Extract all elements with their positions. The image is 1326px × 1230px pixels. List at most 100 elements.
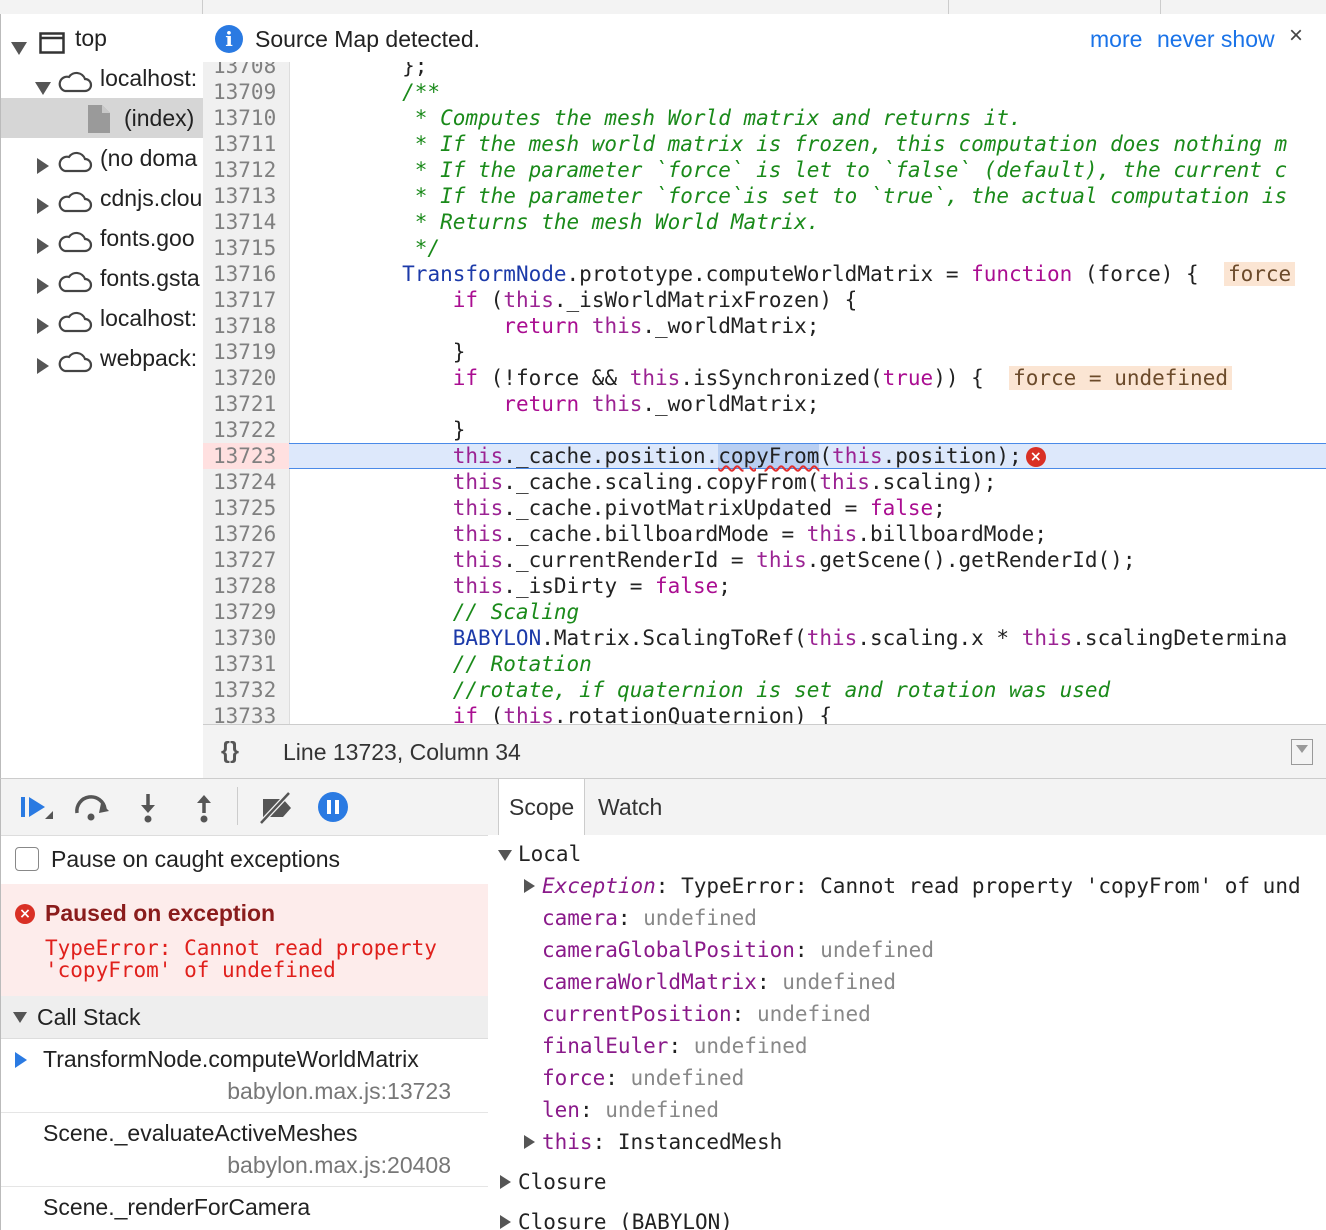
pause-on-exceptions-icon[interactable] xyxy=(317,791,351,823)
line-number[interactable]: 13719 xyxy=(213,339,285,365)
code-line[interactable]: 13712 * If the parameter `force` is let … xyxy=(203,157,1326,183)
resume-icon[interactable] xyxy=(17,791,57,823)
code-line[interactable]: 13728 this._isDirty = false; xyxy=(203,573,1326,599)
code-line[interactable]: 13710 * Computes the mesh World matrix a… xyxy=(203,105,1326,131)
line-number[interactable]: 13710 xyxy=(213,105,285,131)
tree-item-top[interactable]: top xyxy=(1,18,203,58)
line-number[interactable]: 13715 xyxy=(213,235,285,261)
line-number[interactable]: 13709 xyxy=(213,79,285,105)
code-line[interactable]: 13727 this._currentRenderId = this.getSc… xyxy=(203,547,1326,573)
line-number[interactable]: 13731 xyxy=(213,651,285,677)
line-number[interactable]: 13730 xyxy=(213,625,285,651)
close-icon[interactable]: × xyxy=(1289,22,1303,50)
line-number[interactable]: 13729 xyxy=(213,599,285,625)
call-frame[interactable]: Scene._renderForCamera xyxy=(0,1186,490,1230)
call-frame-function: Scene._evaluateActiveMeshes xyxy=(43,1120,358,1146)
step-over-icon[interactable] xyxy=(73,791,113,823)
scope-local-header[interactable]: Local xyxy=(488,838,1326,870)
code-line[interactable]: 13716 TransformNode.prototype.computeWor… xyxy=(203,261,1326,287)
code-line[interactable]: 13732 //rotate, if quaternion is set and… xyxy=(203,677,1326,703)
line-number[interactable]: 13708 xyxy=(213,62,285,79)
scope-variable-row[interactable]: force: undefined xyxy=(488,1062,1326,1094)
code-line[interactable]: 13720 if (!force && this.isSynchronized(… xyxy=(203,365,1326,391)
call-frame[interactable]: Scene._evaluateActiveMeshes babylon.max.… xyxy=(0,1112,490,1187)
code-line[interactable]: 13719 } xyxy=(203,339,1326,365)
scope-variable-row[interactable]: cameraGlobalPosition: undefined xyxy=(488,934,1326,966)
line-number[interactable]: 13721 xyxy=(213,391,285,417)
line-number[interactable]: 13725 xyxy=(213,495,285,521)
code-line[interactable]: 13725 this._cache.pivotMatrixUpdated = f… xyxy=(203,495,1326,521)
pretty-print-button[interactable]: {} xyxy=(221,737,239,764)
call-frame-location[interactable]: babylon.max.js:20408 xyxy=(227,1152,451,1179)
line-number[interactable]: 13711 xyxy=(213,131,285,157)
tab-watch[interactable]: Watch xyxy=(588,779,672,835)
line-number[interactable]: 13718 xyxy=(213,313,285,339)
code-line[interactable]: 13709 /** xyxy=(203,79,1326,105)
tree-item-fonts-gstatic[interactable]: fonts.gsta xyxy=(1,258,203,298)
scope-variable-row[interactable]: camera: undefined xyxy=(488,902,1326,934)
toggle-drawer-icon[interactable] xyxy=(1291,739,1313,765)
line-number[interactable]: 13723 xyxy=(203,443,289,469)
line-number[interactable]: 13724 xyxy=(213,469,285,495)
more-link[interactable]: more xyxy=(1090,26,1142,53)
step-into-icon[interactable] xyxy=(133,791,163,823)
tree-item-webpack[interactable]: webpack: xyxy=(1,338,203,378)
scope-closure-header[interactable]: Closure xyxy=(488,1166,1326,1198)
never-show-link[interactable]: never show xyxy=(1157,26,1275,53)
error-icon: × xyxy=(15,904,35,924)
expand-arrow-icon[interactable] xyxy=(37,350,49,390)
line-number[interactable]: 13726 xyxy=(213,521,285,547)
code-line[interactable]: 13726 this._cache.billboardMode = this.b… xyxy=(203,521,1326,547)
pause-on-caught-checkbox[interactable] xyxy=(15,847,39,871)
tree-item-no-domain[interactable]: (no doma xyxy=(1,138,203,178)
tab-divider xyxy=(1160,0,1161,14)
tree-item-fonts-google[interactable]: fonts.goo xyxy=(1,218,203,258)
call-stack-header[interactable]: Call Stack xyxy=(0,996,490,1039)
line-number[interactable]: 13728 xyxy=(213,573,285,599)
line-number[interactable]: 13717 xyxy=(213,287,285,313)
deactivate-breakpoints-icon[interactable] xyxy=(257,791,297,825)
code-line[interactable]: 13723 this._cache.position.copyFrom(this… xyxy=(203,443,1326,469)
tree-item-localhost-2[interactable]: localhost: xyxy=(1,298,203,338)
line-number[interactable]: 13732 xyxy=(213,677,285,703)
code-line[interactable]: 13730 BABYLON.Matrix.ScalingToRef(this.s… xyxy=(203,625,1326,651)
scope-variable-row[interactable]: cameraWorldMatrix: undefined xyxy=(488,966,1326,998)
call-frame-location[interactable]: babylon.max.js:13723 xyxy=(227,1078,451,1105)
line-number[interactable]: 13712 xyxy=(213,157,285,183)
code-line[interactable]: 13731 // Rotation xyxy=(203,651,1326,677)
code-editor[interactable]: 13708 }; 13709 /** 13710 * Computes the me… xyxy=(203,62,1326,724)
scope-exception-row[interactable]: Exception: TypeError: Cannot read proper… xyxy=(488,870,1326,902)
code-line[interactable]: 13729 // Scaling xyxy=(203,599,1326,625)
call-frame[interactable]: TransformNode.computeWorldMatrix babylon… xyxy=(0,1038,490,1113)
tree-item-localhost[interactable]: localhost: xyxy=(1,58,203,98)
line-number[interactable]: 13722 xyxy=(213,417,285,443)
pause-on-caught-row[interactable]: Pause on caught exceptions xyxy=(0,834,490,885)
code-line[interactable]: 13708 }; xyxy=(203,62,1326,79)
code-line[interactable]: 13715 */ xyxy=(203,235,1326,261)
line-number[interactable]: 13733 xyxy=(213,703,285,724)
step-out-icon[interactable] xyxy=(189,791,219,823)
scope-closure-header[interactable]: Closure (BABYLON) xyxy=(488,1206,1326,1230)
code-line[interactable]: 13718 return this._worldMatrix; xyxy=(203,313,1326,339)
scope-this-row[interactable]: this: InstancedMesh xyxy=(488,1126,1326,1158)
line-number[interactable]: 13720 xyxy=(213,365,285,391)
scope-variable-row[interactable]: finalEuler: undefined xyxy=(488,1030,1326,1062)
property-name: force xyxy=(542,1066,606,1090)
line-number[interactable]: 13716 xyxy=(213,261,285,287)
code-line[interactable]: 13722 } xyxy=(203,417,1326,443)
code-line[interactable]: 13721 return this._worldMatrix; xyxy=(203,391,1326,417)
line-number[interactable]: 13714 xyxy=(213,209,285,235)
scope-variable-row[interactable]: currentPosition: undefined xyxy=(488,998,1326,1030)
code-line[interactable]: 13711 * If the mesh world matrix is froz… xyxy=(203,131,1326,157)
code-line[interactable]: 13717 if (this._isWorldMatrixFrozen) { xyxy=(203,287,1326,313)
code-line[interactable]: 13713 * If the parameter `force`is set t… xyxy=(203,183,1326,209)
code-line[interactable]: 13714 * Returns the mesh World Matrix. xyxy=(203,209,1326,235)
tab-scope[interactable]: Scope xyxy=(498,779,586,835)
tree-item-cdnjs[interactable]: cdnjs.clou xyxy=(1,178,203,218)
code-line[interactable]: 13733 if (this.rotationQuaternion) { xyxy=(203,703,1326,724)
code-line[interactable]: 13724 this._cache.scaling.copyFrom(this.… xyxy=(203,469,1326,495)
line-number[interactable]: 13713 xyxy=(213,183,285,209)
line-number[interactable]: 13727 xyxy=(213,547,285,573)
scope-variable-row[interactable]: len: undefined xyxy=(488,1094,1326,1126)
tree-item-index[interactable]: (index) xyxy=(1,98,203,138)
